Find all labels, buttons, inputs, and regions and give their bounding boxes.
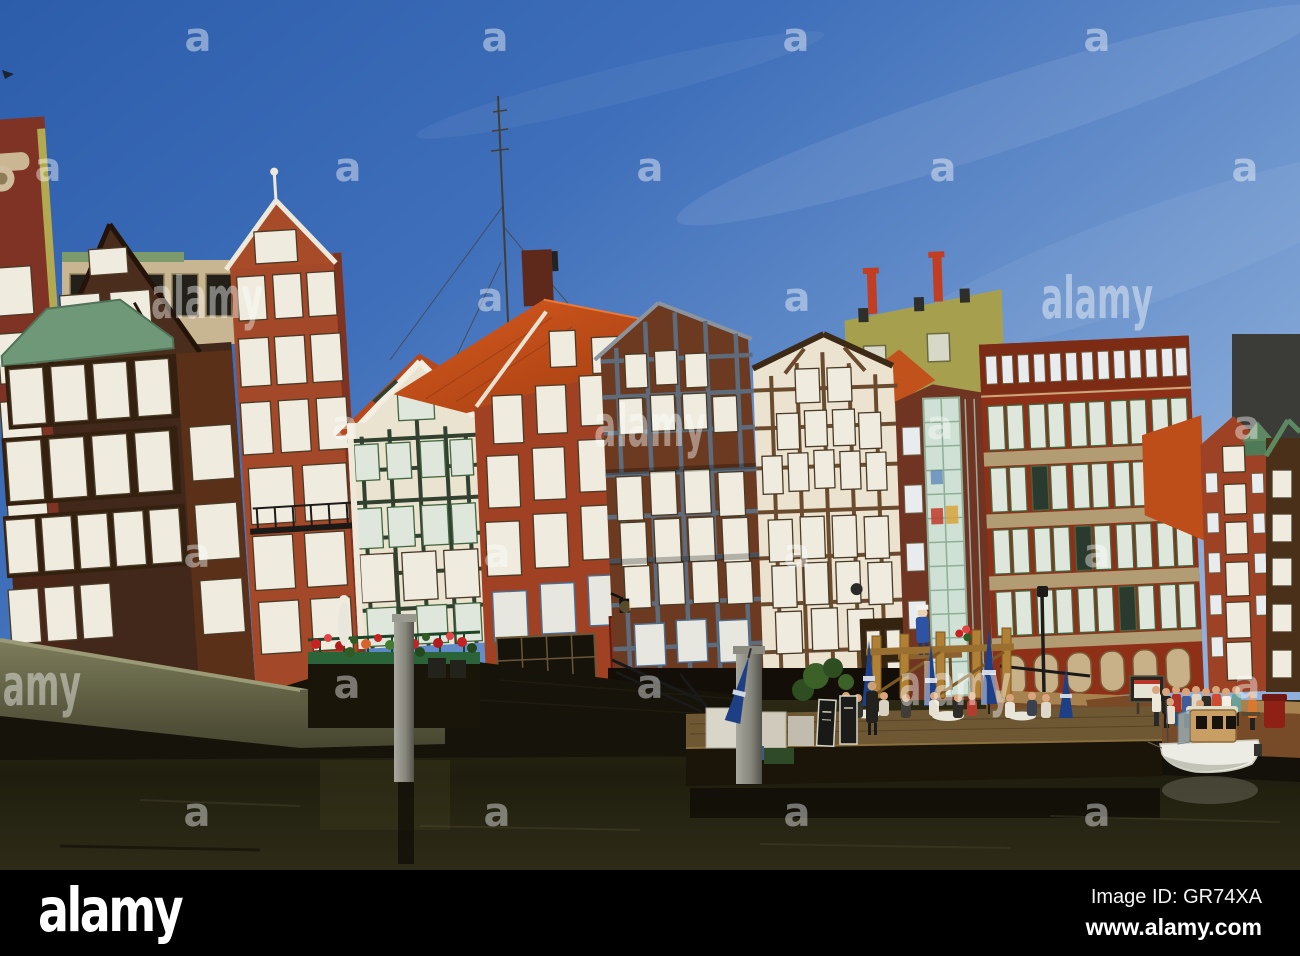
stock-photo-page: alamy alamy alamy alamy alamy a a a a a …	[0, 0, 1300, 956]
watermark-letter: a	[783, 15, 810, 61]
image-meta: Image ID: GR74XA www.alamy.com	[1086, 886, 1262, 941]
watermark-logo: alamy	[899, 651, 1011, 719]
watermark-letter: a	[184, 790, 211, 836]
chalkboard-sign	[815, 698, 837, 748]
watermark-letter: a	[1084, 15, 1111, 61]
watermark-logo: alamy	[594, 392, 706, 460]
watermark-letter: a	[930, 145, 957, 191]
red-chimney-pipe	[932, 255, 943, 302]
street-lamp-icon	[1037, 586, 1048, 597]
chalkboard-sign	[839, 695, 858, 745]
watermark-letter: a	[185, 15, 212, 61]
mooring-post-tall	[392, 614, 416, 782]
watermark-letter: a	[477, 275, 504, 321]
watermark-letter: a	[637, 662, 664, 708]
watermark-letter: a	[1232, 145, 1259, 191]
watermark-letter: a	[334, 662, 361, 708]
watermark-letter: a	[332, 403, 359, 449]
watermark-letter: a	[927, 403, 954, 449]
watermark-logo: alamy	[151, 264, 263, 332]
image-id: Image ID: GR74XA	[1090, 886, 1262, 908]
white-statue	[338, 595, 350, 646]
watermark-logo: alamy	[0, 651, 81, 719]
watermark-letter: a	[1084, 531, 1111, 577]
watermark-letter: a	[184, 531, 211, 577]
watermark-letter: a	[35, 145, 62, 191]
alamy-logo: alamy	[38, 876, 184, 947]
watermark-letter: a	[784, 531, 811, 577]
photo-canvas: alamy alamy alamy alamy alamy a a a a a …	[0, 0, 1300, 870]
watermark-letter: a	[784, 790, 811, 836]
watermark-letter: a	[784, 275, 811, 321]
watermark-letter: a	[637, 145, 664, 191]
building-far-right	[1263, 418, 1300, 692]
watermark-letter: a	[1234, 662, 1261, 708]
photo-area: alamy alamy alamy alamy alamy a a a a a …	[0, 0, 1300, 870]
watermark-letter: a	[484, 790, 511, 836]
red-chimney-pipe	[866, 271, 878, 314]
footer-bar: alamy Image ID: GR74XA www.alamy.com	[0, 870, 1300, 956]
watermark-logo: alamy	[1041, 264, 1153, 332]
watermark-letter: a	[482, 15, 509, 61]
watermark-letter: a	[1084, 790, 1111, 836]
red-bin	[1264, 698, 1285, 728]
website-url: www.alamy.com	[1085, 914, 1262, 940]
watermark-letter: a	[335, 145, 362, 191]
watermark-letter: a	[484, 531, 511, 577]
watermark-letter: a	[1234, 403, 1261, 449]
